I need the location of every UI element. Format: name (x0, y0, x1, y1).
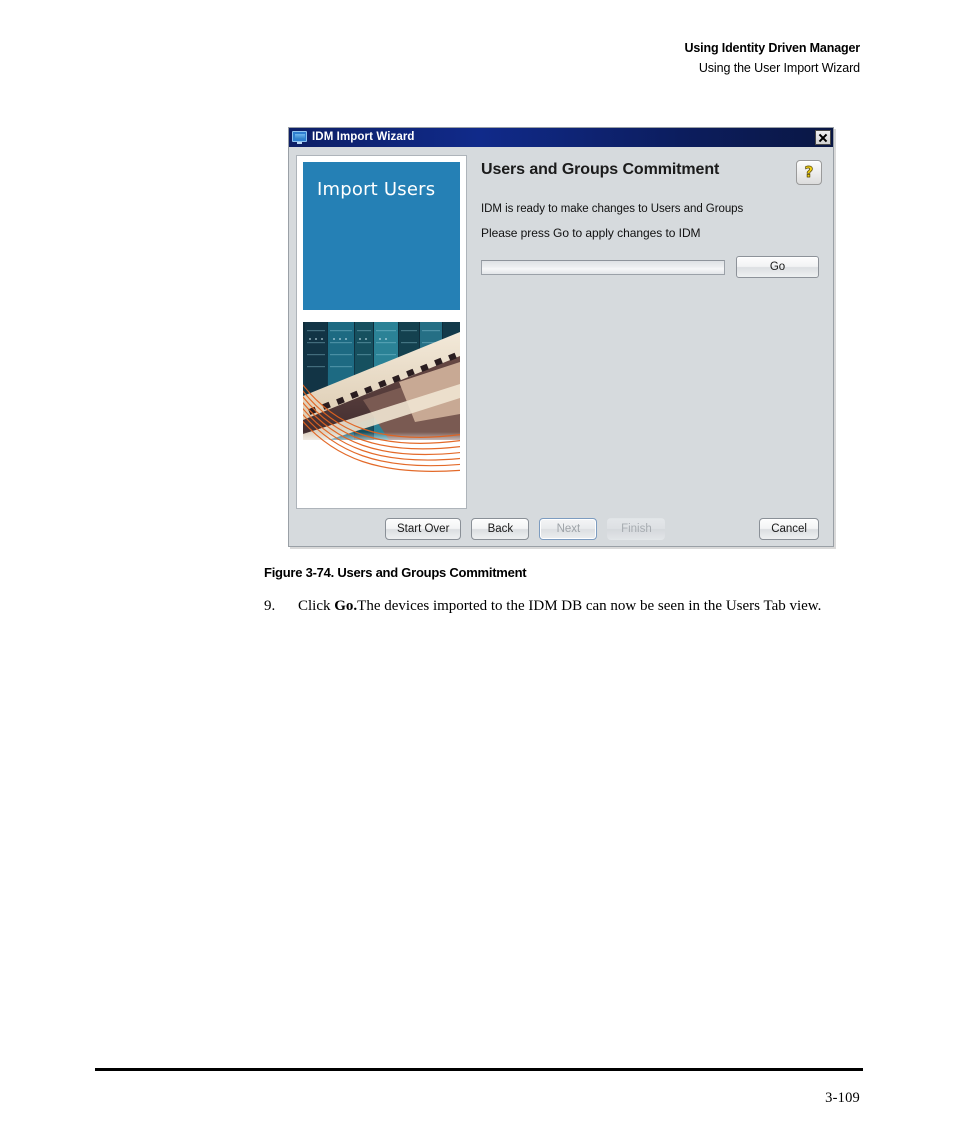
progress-row: Go (481, 256, 826, 278)
step-number: 9. (264, 598, 276, 614)
sidebar-photo (303, 322, 460, 490)
highway-overpass-photo (303, 322, 460, 490)
status-text-line2: Please press Go to apply changes to IDM (481, 226, 701, 240)
dialog-title: IDM Import Wizard (312, 130, 415, 143)
dialog-main-area: Import Users Users and Groups Commitment… (296, 155, 826, 509)
figure-caption: Figure 3-74. Users and Groups Commitment (264, 565, 527, 580)
idm-import-wizard-dialog: IDM Import Wizard Import Users Users and… (288, 127, 834, 547)
wizard-content: Users and Groups Commitment ? IDM is rea… (467, 155, 826, 509)
step-text-bold: Go. (334, 598, 358, 614)
finish-button: Finish (607, 518, 666, 540)
running-head: Using Identity Driven Manager Using the … (684, 40, 860, 78)
start-over-button[interactable]: Start Over (385, 518, 462, 540)
brand-title: Import Users (317, 179, 436, 200)
cancel-button[interactable]: Cancel (759, 518, 819, 540)
wizard-sidebar: Import Users (296, 155, 467, 509)
close-icon[interactable] (815, 130, 831, 145)
dialog-body: Import Users Users and Groups Commitment… (289, 147, 833, 546)
brand-banner: Import Users (303, 162, 460, 310)
step-text-after: The devices imported to the IDM DB can n… (357, 598, 822, 614)
step-item: 9. Click Go.The devices imported to the … (264, 596, 864, 617)
step-text-before: Click (298, 598, 335, 614)
progress-bar (481, 259, 725, 275)
monitor-icon (292, 131, 307, 144)
running-head-title: Using Identity Driven Manager (684, 41, 860, 55)
question-mark-icon: ? (804, 162, 814, 181)
go-button[interactable]: Go (736, 256, 819, 278)
next-button: Next (539, 518, 598, 540)
running-head-subtitle: Using the User Import Wizard (698, 60, 860, 75)
status-text-line1: IDM is ready to make changes to Users an… (481, 203, 744, 215)
back-button[interactable]: Back (471, 518, 530, 540)
content-header: Users and Groups Commitment ? (481, 159, 826, 185)
page-number: 3-109 (825, 1090, 860, 1106)
help-button[interactable]: ? (796, 160, 822, 185)
step-text: Click Go.The devices imported to the IDM… (298, 596, 864, 617)
wizard-button-bar: Start Over Back Next Finish Cancel (296, 509, 826, 549)
dialog-titlebar[interactable]: IDM Import Wizard (289, 128, 833, 147)
page-title: Users and Groups Commitment (481, 161, 720, 178)
footer-divider (95, 1068, 863, 1071)
